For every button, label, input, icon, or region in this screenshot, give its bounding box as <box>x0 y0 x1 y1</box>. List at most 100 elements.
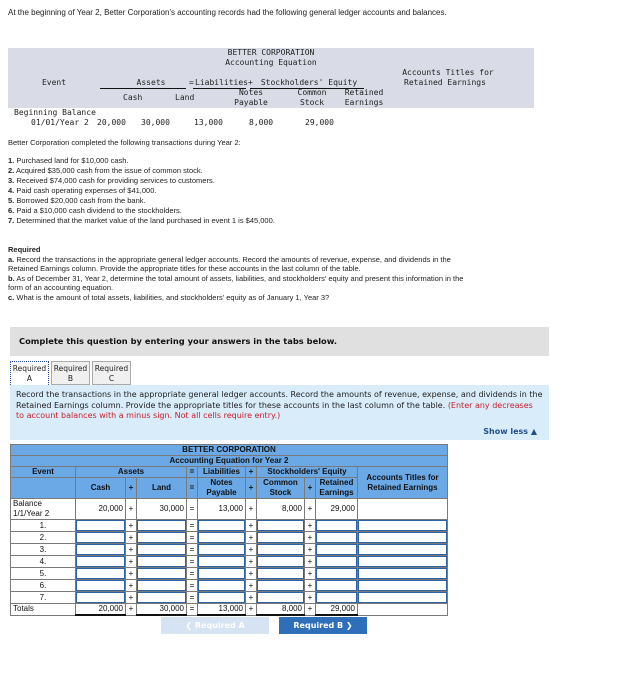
assets-underline <box>100 88 186 89</box>
land-input[interactable] <box>137 568 186 579</box>
cash-input[interactable] <box>76 592 125 603</box>
plus-sign: + <box>304 519 316 532</box>
event-number: 3. <box>10 543 76 556</box>
notes-input[interactable] <box>198 592 245 603</box>
next-required-b-button[interactable]: Required B ❯ <box>279 617 367 634</box>
account-title-input[interactable] <box>358 520 447 531</box>
balance-cash: 20,000 <box>75 498 126 520</box>
retained-input[interactable] <box>316 544 357 555</box>
plus-sign: + <box>245 477 257 499</box>
show-less-link[interactable]: Show less ▲ <box>483 427 537 438</box>
tab-required-a[interactable]: Required A <box>10 361 49 385</box>
common-input[interactable] <box>257 532 304 543</box>
land-input[interactable] <box>137 544 186 555</box>
cash-input[interactable] <box>76 520 125 531</box>
notes-input[interactable] <box>198 580 245 591</box>
event-number: 1. <box>10 519 76 532</box>
equals-sign: = <box>186 579 198 592</box>
cash-input[interactable] <box>76 556 125 567</box>
notes-input[interactable] <box>198 544 245 555</box>
tab-required-b[interactable]: Required B <box>51 361 90 385</box>
land-cell <box>136 567 187 580</box>
event-number: 4. <box>10 555 76 568</box>
retained-input[interactable] <box>316 556 357 567</box>
event-number: 2. <box>10 531 76 544</box>
problem-retained-header-2: Earnings <box>344 98 384 107</box>
common-cell <box>256 567 305 580</box>
tab-required-c[interactable]: Required C <box>92 361 131 385</box>
plus-sign: + <box>245 531 257 544</box>
notes-cell <box>197 519 246 532</box>
land-input[interactable] <box>137 532 186 543</box>
cash-input[interactable] <box>76 580 125 591</box>
land-cell <box>136 531 187 544</box>
notes-cell <box>197 543 246 556</box>
totals-label: Totals <box>10 603 76 616</box>
land-input[interactable] <box>137 592 186 603</box>
problem-retained-value: 29,000 <box>305 118 334 127</box>
plus-sign: + <box>245 466 257 478</box>
cash-input[interactable] <box>76 544 125 555</box>
problem-notes-header: Notes <box>238 88 264 97</box>
plus-sign: + <box>245 498 257 520</box>
equals-sign: = <box>186 466 198 478</box>
cash-input[interactable] <box>76 568 125 579</box>
prev-required-a-button[interactable]: ❮ Required A <box>161 617 269 634</box>
title-cell <box>357 555 448 568</box>
retained-input[interactable] <box>316 592 357 603</box>
transaction-item: 1. Purchased land for $10,000 cash. <box>8 156 129 165</box>
transaction-item: 2. Acquired $35,000 cash from the issue … <box>8 166 203 175</box>
account-title-input[interactable] <box>358 532 447 543</box>
retained-input[interactable] <box>316 520 357 531</box>
retained-cell <box>315 555 358 568</box>
account-title-input[interactable] <box>358 556 447 567</box>
account-title-input[interactable] <box>358 592 447 603</box>
notes-input[interactable] <box>198 556 245 567</box>
beginning-balance-date: 01/01/Year 2 <box>31 118 89 127</box>
balance-retained: 29,000 <box>315 498 358 520</box>
account-title-input[interactable] <box>358 544 447 555</box>
plus-sign: + <box>125 498 137 520</box>
common-input[interactable] <box>257 556 304 567</box>
common-input[interactable] <box>257 520 304 531</box>
plus-sign: + <box>304 579 316 592</box>
equals-sign: = <box>186 603 198 616</box>
problem-acct-titles-header-2: Retained Earnings <box>404 78 486 87</box>
common-input[interactable] <box>257 580 304 591</box>
common-input[interactable] <box>257 568 304 579</box>
cash-input[interactable] <box>76 532 125 543</box>
retained-input[interactable] <box>316 568 357 579</box>
title-cell <box>357 519 448 532</box>
land-input[interactable] <box>137 580 186 591</box>
cash-cell <box>75 543 126 556</box>
land-cell <box>136 579 187 592</box>
account-title-input[interactable] <box>358 568 447 579</box>
equals-sign: = <box>186 555 198 568</box>
entry-row: 5. + = + + <box>10 567 448 580</box>
common-input[interactable] <box>257 592 304 603</box>
retained-cell <box>315 519 358 532</box>
retained-input[interactable] <box>316 580 357 591</box>
retained-input[interactable] <box>316 532 357 543</box>
notes-input[interactable] <box>198 532 245 543</box>
land-cell <box>136 555 187 568</box>
cash-cell <box>75 519 126 532</box>
land-input[interactable] <box>137 556 186 567</box>
retained-cell <box>315 579 358 592</box>
notes-input[interactable] <box>198 568 245 579</box>
required-b: b. As of December 31, Year 2, determine … <box>8 273 464 293</box>
plus-sign: + <box>304 567 316 580</box>
common-stock-header: Common Stock <box>256 477 305 499</box>
transaction-item: 3. Received $74,000 cash for providing s… <box>8 176 215 185</box>
notes-input[interactable] <box>198 520 245 531</box>
common-input[interactable] <box>257 544 304 555</box>
plus-sign: + <box>245 519 257 532</box>
land-input[interactable] <box>137 520 186 531</box>
account-title-input[interactable] <box>358 580 447 591</box>
problem-subtitle: Accounting Equation <box>225 58 317 67</box>
cash-cell <box>75 579 126 592</box>
common-cell <box>256 519 305 532</box>
total-cash: 20,000 <box>75 603 126 616</box>
entry-row: 2. + = + + <box>10 531 448 544</box>
plus-sign: + <box>304 531 316 544</box>
